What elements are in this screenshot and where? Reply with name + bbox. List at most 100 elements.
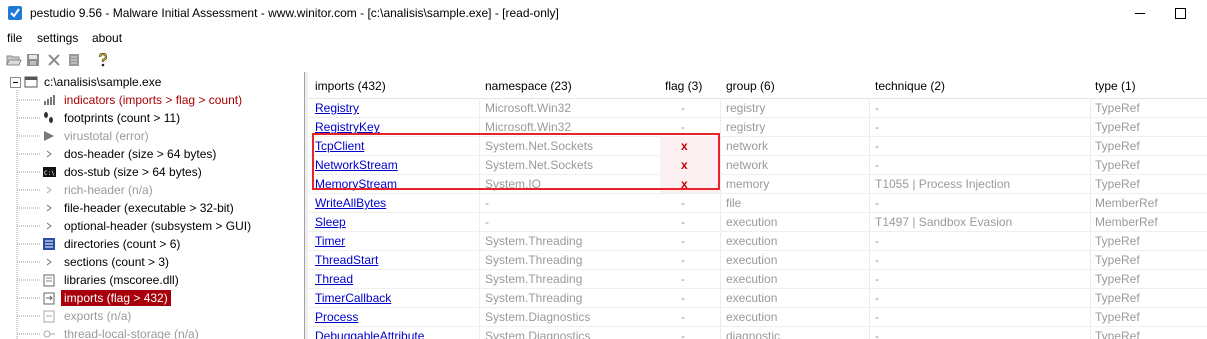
column-header-namespace[interactable]: namespace (23) [479, 72, 660, 99]
technique-cell: - [875, 234, 879, 248]
tree-item-indicators[interactable]: indicators (imports > flag > count) [0, 91, 300, 109]
flag-cell: - [681, 329, 685, 339]
table-row[interactable]: TcpClient System.Net.Sockets x network - Type… [308, 136, 1207, 156]
group-cell: network [726, 139, 769, 153]
flag-cell: x [681, 139, 688, 153]
column-header-type[interactable]: type (1) [1090, 72, 1207, 99]
import-name-link[interactable]: NetworkStream [315, 158, 398, 172]
tree-item-exports[interactable]: exports (n/a) [0, 307, 300, 325]
table-row[interactable]: Thread System.Threading - execution - TypeRef [308, 269, 1207, 289]
namespace-cell: Microsoft.Win32 [485, 120, 572, 134]
namespace-cell: - [485, 215, 489, 229]
table-row[interactable]: NetworkStream System.Net.Sockets x network -… [308, 155, 1207, 175]
tree-item-file-header[interactable]: file-header (executable > 32-bit) [0, 199, 300, 217]
group-cell: execution [726, 215, 778, 229]
svg-text:C:\: C:\ [44, 170, 55, 177]
type-cell: TypeRef [1095, 291, 1140, 305]
triangle-icon [42, 219, 56, 233]
tree-item-label: c:\analisis\sample.exe [44, 75, 162, 89]
tree-item-footprints[interactable]: footprints (count > 11) [0, 109, 300, 127]
help-icon[interactable] [95, 52, 111, 68]
pestudio-app-icon [8, 6, 22, 20]
tree-item-dos-header[interactable]: dos-header (size > 64 bytes) [0, 145, 300, 163]
import-name-link[interactable]: TcpClient [315, 139, 364, 153]
flag-cell: - [681, 253, 685, 267]
tree-item-imports[interactable]: imports (flag > 432) [0, 289, 300, 307]
menu-settings[interactable]: settings [37, 31, 78, 45]
import-name-link[interactable]: Timer [315, 234, 345, 248]
collapse-icon[interactable] [10, 77, 21, 88]
imports-icon [42, 291, 56, 305]
table-row[interactable]: Process System.Diagnostics - execution - Type… [308, 307, 1207, 327]
column-header-flag[interactable]: flag (3) [659, 72, 721, 99]
flag-cell: x [681, 177, 688, 191]
group-cell: file [726, 196, 742, 210]
import-name-link[interactable]: Registry [315, 101, 359, 115]
import-name-link[interactable]: MemoryStream [315, 177, 397, 191]
tree-item-sections[interactable]: sections (count > 3) [0, 253, 300, 271]
tree-item-label: virustotal (error) [64, 129, 149, 143]
tree-item-directories[interactable]: directories (count > 6) [0, 235, 300, 253]
type-cell: MemberRef [1095, 215, 1158, 229]
minimize-button[interactable] [1130, 4, 1150, 22]
import-name-link[interactable]: Thread [315, 272, 353, 286]
namespace-cell: - [485, 196, 489, 210]
import-name-link[interactable]: RegistryKey [315, 120, 380, 134]
import-name-link[interactable]: ThreadStart [315, 253, 378, 267]
virustotal-icon [42, 129, 56, 143]
tree-item-label: sections (count > 3) [64, 255, 170, 269]
maximize-button[interactable] [1170, 4, 1190, 22]
flag-cell: - [681, 101, 685, 115]
namespace-cell: System.Diagnostics [485, 329, 591, 339]
title-bar: pestudio 9.56 - Malware Initial Assessme… [0, 0, 1207, 28]
save-icon[interactable] [25, 52, 41, 68]
triangle-icon [42, 201, 56, 215]
tree-item-virustotal[interactable]: virustotal (error) [0, 127, 300, 145]
flag-highlight [660, 155, 719, 174]
tree-item-dos-stub[interactable]: C:\ dos-stub (size > 64 bytes) [0, 163, 300, 181]
import-name-link[interactable]: Sleep [315, 215, 346, 229]
table-row[interactable]: DebuggableAttribute System.Diagnostics - di… [308, 326, 1207, 339]
menu-about[interactable]: about [92, 31, 122, 45]
tree-item-optional-header[interactable]: optional-header (subsystem > GUI) [0, 217, 300, 235]
tree-item-label: dos-header (size > 64 bytes) [64, 147, 217, 161]
directories-icon [42, 237, 56, 251]
type-cell: TypeRef [1095, 329, 1140, 339]
close-icon[interactable] [46, 52, 62, 68]
maximize-icon [1175, 8, 1186, 19]
technique-cell: - [875, 329, 879, 339]
menu-file[interactable]: file [7, 31, 22, 45]
library-icon [42, 273, 56, 287]
table-row[interactable]: TimerCallback System.Threading - execution -… [308, 288, 1207, 308]
flag-cell: x [681, 158, 688, 172]
import-name-link[interactable]: TimerCallback [315, 291, 391, 305]
tree-item-tls[interactable]: thread-local-storage (n/a) [0, 325, 300, 339]
table-row[interactable]: Timer System.Threading - execution - TypeRef [308, 231, 1207, 251]
column-header-technique[interactable]: technique (2) [869, 72, 1091, 99]
table-row[interactable]: ThreadStart System.Threading - execution - Ty… [308, 250, 1207, 270]
column-header-imports[interactable]: imports (432) [308, 72, 480, 99]
tls-icon [42, 327, 56, 339]
import-name-link[interactable]: Process [315, 310, 358, 324]
document-icon[interactable] [66, 52, 82, 68]
open-icon[interactable] [6, 52, 22, 68]
technique-cell: T1055 | Process Injection [875, 177, 1011, 191]
type-cell: TypeRef [1095, 253, 1140, 267]
tree-item-libraries[interactable]: libraries (mscoree.dll) [0, 271, 300, 289]
import-name-link[interactable]: DebuggableAttribute [315, 329, 424, 339]
tree-item-rich-header[interactable]: rich-header (n/a) [0, 181, 300, 199]
import-name-link[interactable]: WriteAllBytes [315, 196, 386, 210]
tree-item-label: thread-local-storage (n/a) [64, 327, 199, 339]
tree-item-root[interactable]: c:\analisis\sample.exe [0, 73, 300, 91]
tree-item-label: directories (count > 6) [64, 237, 181, 251]
flag-cell: - [681, 234, 685, 248]
table-row[interactable]: Sleep - - execution T1497 | Sandbox Evasion M… [308, 212, 1207, 232]
tree-item-label: imports (flag > 432) [61, 290, 171, 306]
column-header-group[interactable]: group (6) [720, 72, 870, 99]
table-row[interactable]: WriteAllBytes - - file - MemberRef [308, 193, 1207, 213]
triangle-icon [42, 183, 56, 197]
table-row[interactable]: MemoryStream System.IO x memory T1055 | Proc… [308, 174, 1207, 194]
table-row[interactable]: Registry Microsoft.Win32 - registry - TypeRef [308, 98, 1207, 118]
group-cell: memory [726, 177, 770, 191]
table-row[interactable]: RegistryKey Microsoft.Win32 - registry - Type… [308, 117, 1207, 137]
